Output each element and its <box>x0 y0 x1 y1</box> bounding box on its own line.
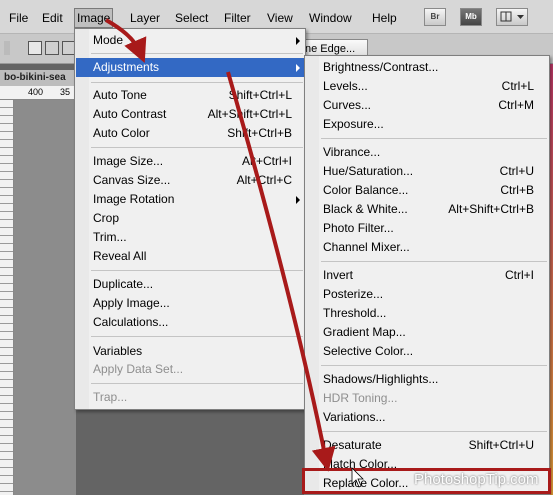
arrow-adjustments-to-replace-color-icon <box>226 71 336 472</box>
annotation-arrows <box>105 18 364 488</box>
mouse-cursor-icon <box>351 467 364 488</box>
arrow-image-to-adjustments-icon <box>105 18 147 64</box>
